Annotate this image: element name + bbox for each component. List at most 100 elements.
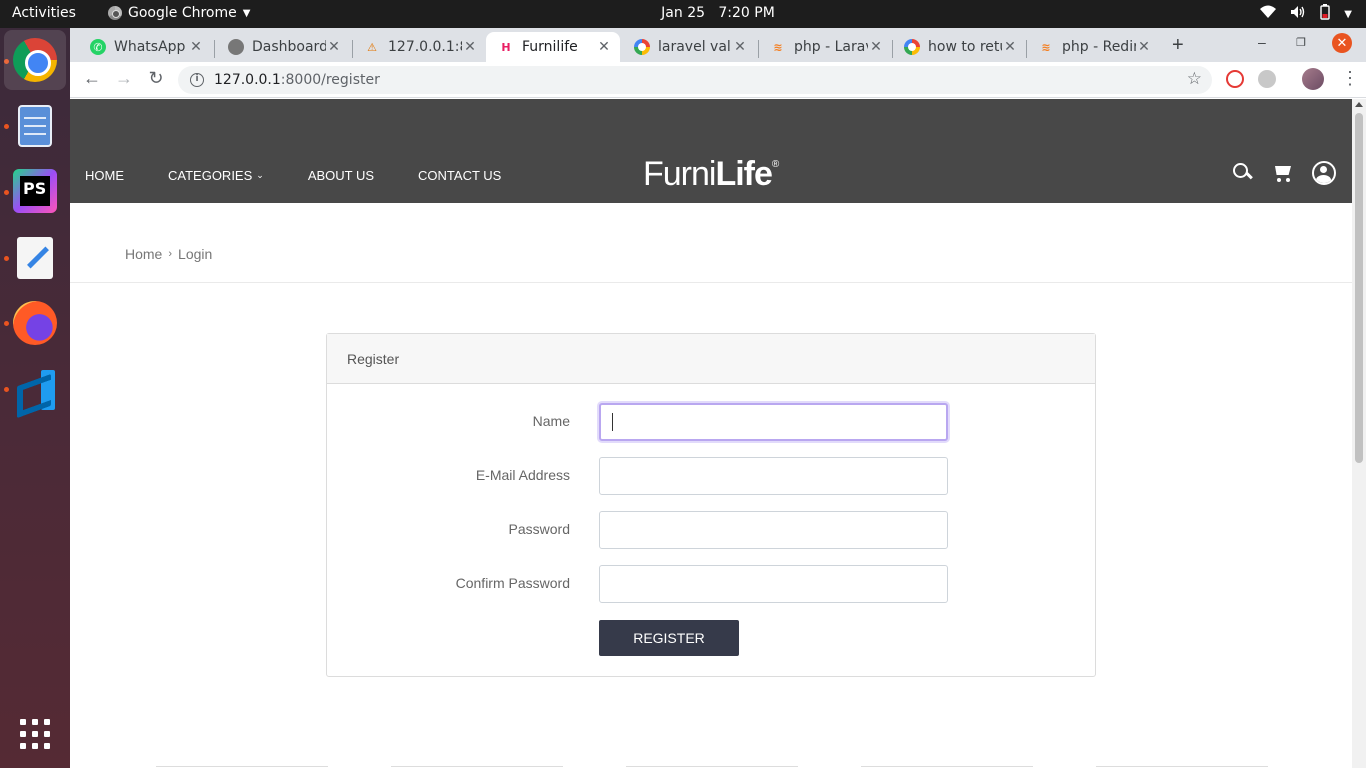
tab-whatsapp[interactable]: ✆ WhatsApp ✕: [78, 32, 212, 62]
logo-bold: Life: [715, 155, 772, 193]
stackoverflow-icon: ≋: [773, 40, 783, 54]
breadcrumb-current: Login: [178, 246, 213, 262]
page-scrollbar[interactable]: [1352, 99, 1366, 768]
vscode-icon: [15, 370, 55, 410]
url-path: :8000/register: [280, 72, 380, 88]
tab-label: WhatsApp: [114, 39, 186, 55]
close-icon[interactable]: ✕: [732, 39, 748, 55]
close-icon[interactable]: ✕: [868, 39, 884, 55]
chrome-icon: [13, 38, 57, 82]
dock-vscode[interactable]: [12, 367, 58, 413]
show-applications-button[interactable]: [12, 711, 58, 757]
web-page: HOME CATEGORIES ⌄ ABOUT US CONTACT US Fu…: [70, 99, 1352, 768]
window-close-button[interactable]: ✕: [1332, 33, 1352, 53]
tab-php-laravel[interactable]: ≋ php - Larav ✕: [758, 32, 892, 62]
close-icon[interactable]: ✕: [326, 39, 342, 55]
nav-home[interactable]: HOME: [85, 168, 124, 183]
system-tray[interactable]: ▼: [1260, 4, 1352, 24]
reload-button[interactable]: ↻: [144, 68, 168, 89]
dock-firefox[interactable]: [12, 300, 58, 346]
nav-categories-label: CATEGORIES: [168, 168, 253, 183]
dock-phpstorm[interactable]: PS: [12, 168, 58, 214]
chrome-menu-icon[interactable]: ⋮: [1338, 68, 1362, 89]
dock-chrome[interactable]: [4, 30, 66, 90]
text-editor-icon: [17, 237, 53, 279]
cart-icon[interactable]: [1272, 162, 1294, 184]
stackoverflow-icon: ≋: [1041, 40, 1051, 54]
scroll-up-arrow-icon[interactable]: [1355, 102, 1363, 107]
name-input[interactable]: [599, 403, 948, 441]
tab-label: laravel valid: [658, 39, 732, 55]
extension-globe-icon[interactable]: [1258, 70, 1276, 88]
profile-avatar[interactable]: [1302, 68, 1324, 90]
app-grid-icon: [20, 719, 50, 749]
logo-registered-mark: ®: [771, 159, 779, 170]
maximize-button[interactable]: ❐: [1296, 36, 1306, 49]
running-indicator: [4, 190, 9, 195]
password-label: Password: [508, 521, 570, 537]
app-menu[interactable]: Google Chrome ▼: [108, 5, 250, 21]
google-icon: [634, 39, 650, 55]
logo-light: Furni: [643, 155, 716, 193]
clock-time[interactable]: 7:20 PM: [718, 5, 774, 21]
tab-label: Dashboard: [252, 39, 326, 55]
dock-text-editor[interactable]: [12, 235, 58, 281]
site-info-icon[interactable]: i: [190, 73, 204, 87]
warning-icon: ⚠: [367, 40, 377, 54]
back-button[interactable]: ←: [80, 68, 104, 89]
register-card: Register Name E-Mail Address Password Co…: [326, 333, 1096, 677]
forward-button[interactable]: →: [112, 68, 136, 89]
scrollbar-thumb[interactable]: [1355, 113, 1363, 463]
battery-icon: [1320, 4, 1330, 24]
tab-laravel-validation[interactable]: laravel valid ✕: [622, 32, 756, 62]
email-input[interactable]: [599, 457, 948, 495]
confirm-password-label: Confirm Password: [455, 575, 570, 591]
tab-label: how to retu: [928, 39, 1002, 55]
close-icon[interactable]: ✕: [1002, 39, 1018, 55]
footer-dividers: [156, 766, 1268, 767]
breadcrumb-home[interactable]: Home: [125, 246, 162, 262]
close-icon[interactable]: ✕: [596, 39, 612, 55]
browser-toolbar: ← → ↻ i 127.0.0.1:8000/register ☆ ⋮: [70, 62, 1366, 98]
extension-icon[interactable]: [1226, 70, 1244, 88]
name-label: Name: [532, 413, 570, 429]
system-top-bar: Activities Google Chrome ▼ Jan 25 7:20 P…: [0, 0, 1366, 28]
tab-php-redirect[interactable]: ≋ php - Redir ✕: [1026, 32, 1160, 62]
close-icon[interactable]: ✕: [462, 39, 478, 55]
running-indicator: [4, 256, 9, 261]
user-account-icon[interactable]: [1312, 161, 1336, 185]
firefox-icon: [13, 301, 57, 345]
search-icon[interactable]: [1232, 162, 1254, 184]
furnilife-icon: H: [501, 40, 511, 54]
email-row: E-Mail Address: [327, 457, 1097, 495]
nav-about-us[interactable]: ABOUT US: [308, 168, 374, 183]
files-icon: [18, 105, 52, 147]
site-logo[interactable]: FurniLife®: [643, 155, 779, 194]
activities-button[interactable]: Activities: [12, 5, 76, 21]
nav-contact-us[interactable]: CONTACT US: [418, 168, 501, 183]
nav-categories[interactable]: CATEGORIES ⌄: [168, 168, 264, 183]
register-button[interactable]: REGISTER: [599, 620, 739, 656]
minimize-button[interactable]: –: [1258, 34, 1266, 50]
tab-how-to-return[interactable]: how to retu ✕: [892, 32, 1026, 62]
close-icon[interactable]: ✕: [1136, 39, 1152, 55]
tab-label: 127.0.0.1:8: [388, 39, 462, 55]
tab-furnilife[interactable]: H Furnilife ✕: [486, 32, 620, 62]
whatsapp-icon: ✆: [90, 39, 106, 55]
chrome-icon: [108, 6, 122, 20]
globe-icon: [228, 39, 244, 55]
breadcrumb: Home › Login: [125, 246, 212, 262]
address-bar[interactable]: i 127.0.0.1:8000/register ☆: [178, 66, 1212, 94]
tab-dashboard[interactable]: Dashboard ✕: [216, 32, 350, 62]
tab-label: Furnilife: [522, 39, 578, 55]
confirm-password-input[interactable]: [599, 565, 948, 603]
tab-localhost[interactable]: ⚠ 127.0.0.1:8 ✕: [352, 32, 486, 62]
bookmark-star-icon[interactable]: ☆: [1187, 69, 1202, 89]
close-icon[interactable]: ✕: [188, 39, 204, 55]
new-tab-button[interactable]: +: [1172, 34, 1184, 57]
main-nav: HOME CATEGORIES ⌄ ABOUT US CONTACT US: [85, 168, 545, 183]
clock-date[interactable]: Jan 25: [661, 5, 705, 21]
email-label: E-Mail Address: [475, 467, 570, 483]
dock-files[interactable]: [12, 103, 58, 149]
password-input[interactable]: [599, 511, 948, 549]
